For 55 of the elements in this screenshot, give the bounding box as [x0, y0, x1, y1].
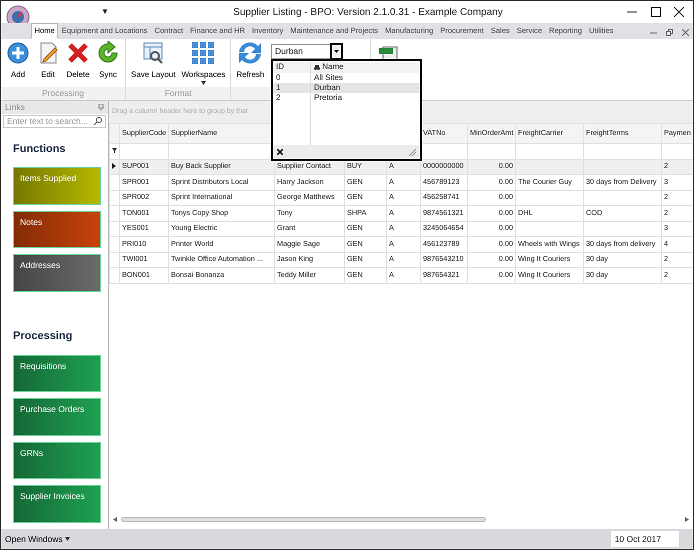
dropdown-row[interactable]: 2 Pretoria [273, 93, 420, 103]
close-icon[interactable] [277, 149, 283, 155]
column-header[interactable]: Name [311, 61, 420, 73]
caret-icon [64, 537, 70, 541]
link-tile[interactable]: Items Supplied [13, 167, 101, 205]
save-layout-icon [141, 41, 166, 65]
workspaces-icon [191, 41, 216, 65]
link-tile[interactable]: Requisitions [13, 354, 101, 392]
dropdown-row[interactable]: 1 Durban [273, 83, 420, 93]
scroll-right-icon[interactable] [685, 517, 689, 522]
link-tile[interactable]: Supplier Invoices [13, 485, 101, 524]
filter-cell[interactable] [584, 144, 662, 159]
resize-grip-icon[interactable] [409, 148, 416, 156]
quick-access-menu[interactable]: ▼ [101, 6, 109, 18]
maximize-icon[interactable] [650, 7, 660, 17]
caret-icon [334, 50, 339, 53]
delete-icon [66, 41, 90, 65]
binoculars-icon [314, 64, 320, 70]
refresh-button[interactable]: Refresh [234, 39, 266, 87]
group-label: Processing [1, 87, 125, 100]
link-tile[interactable]: Addresses [13, 254, 101, 292]
filter-cell[interactable] [120, 144, 168, 159]
dropdown-button[interactable] [330, 43, 343, 60]
add-button[interactable]: Add [4, 39, 32, 87]
section-heading: Processing [12, 329, 74, 344]
link-tile[interactable]: GRNs [13, 442, 101, 480]
link-tile[interactable]: Notes [13, 210, 101, 248]
window-title: Supplier Listing - BPO: Version 2.1.0.31 - Example Company [232, 6, 504, 20]
close-document-icon[interactable] [682, 28, 688, 36]
open-windows-button[interactable]: Open Windows [5, 532, 70, 546]
edit-button[interactable]: Edit [34, 39, 62, 87]
group-label: Format [126, 87, 230, 100]
filter-cell[interactable] [468, 144, 516, 159]
caret-icon [200, 81, 206, 85]
sync-icon [96, 41, 120, 65]
restore-icon[interactable] [666, 28, 672, 36]
scroll-left-icon[interactable] [113, 517, 117, 522]
column-header[interactable]: ID [273, 61, 311, 73]
delete-button[interactable]: Delete [64, 39, 92, 87]
save-layout-button[interactable]: Save Layout [129, 39, 178, 87]
filter-icon [112, 148, 117, 154]
link-tile[interactable]: Purchase Orders [13, 398, 101, 436]
close-icon[interactable] [674, 7, 684, 17]
row-indicator-icon [112, 163, 116, 170]
panel-title: Links [5, 101, 25, 114]
filter-cell[interactable] [516, 144, 584, 159]
site-combo[interactable]: Durban [271, 44, 343, 59]
sync-button[interactable]: Sync [94, 39, 122, 87]
pin-icon[interactable] [98, 104, 104, 111]
refresh-icon [238, 41, 262, 65]
workspaces-button[interactable]: Workspaces [179, 39, 228, 87]
date-field[interactable]: 10 Oct 2017 [610, 530, 679, 548]
section-heading: Functions [12, 142, 67, 157]
search-icon [94, 117, 102, 126]
horizontal-scrollbar[interactable] [121, 517, 486, 522]
